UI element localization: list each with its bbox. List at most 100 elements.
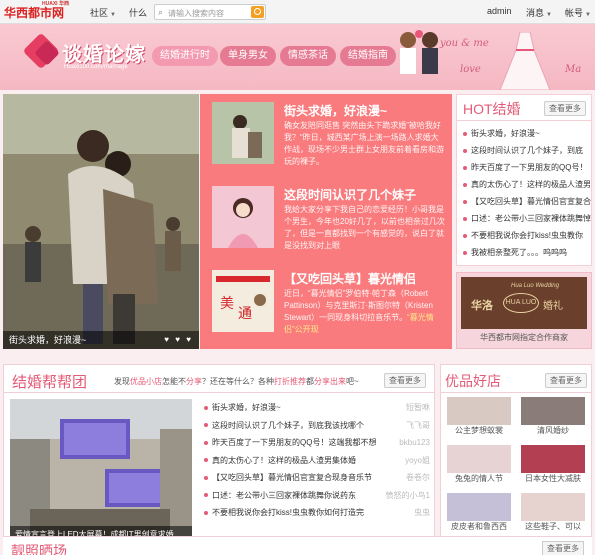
list-item-label: 真的太伤心了！这样的极品人渣男 (471, 180, 591, 189)
nav-community[interactable]: 社区 ▼ (90, 6, 116, 19)
shop-item-name[interactable]: 公主梦想蚁裳 (447, 425, 511, 437)
bullet-icon (463, 131, 467, 136)
tab-wedding-progress[interactable]: 结婚进行时 (152, 46, 218, 66)
list-item[interactable]: 我被相亲整死了。。。呜呜呜 (463, 244, 591, 261)
shop-item[interactable]: 日本女性大减肤 (521, 445, 585, 485)
shop-item[interactable]: 兔兔的情人节 (447, 445, 511, 485)
list-item-label: 【又吃回头草】暮光情侣官宣复合 (471, 197, 591, 206)
messages-menu[interactable]: 消息 ▼ (526, 6, 552, 19)
shop-item-name[interactable]: 兔兔的情人节 (447, 473, 511, 485)
hero-photo (3, 94, 199, 349)
ad-brand-left: 华洛 (471, 300, 493, 312)
list-item-title[interactable]: 真的太伤心了！这样的极品人渣男集体婚 (212, 456, 356, 465)
wedding-help-panel: 结婚帮帮团 发现优品小店怎能不分享？还在等什么？各种打折推荐都分享出来吧~ 查看… (3, 364, 435, 549)
desc-highlight[interactable]: 分享出来 (314, 377, 346, 386)
ad-caption: 华西都市网指定合作商家 (480, 333, 568, 342)
list-item[interactable]: 真的太伤心了！这样的极品人渣男集体婚 yoyo姐 (204, 452, 430, 470)
list-item[interactable]: 街头求婚，好浪漫~ 短暂咻 (204, 399, 430, 417)
desc-highlight[interactable]: 优品小店 (130, 377, 162, 386)
list-item-title[interactable]: 昨天百度了一下男朋友的QQ号！这端我都不想 (212, 438, 376, 447)
list-item-author[interactable]: 短暂咻 (406, 399, 430, 417)
hero-slideshow[interactable]: 街头求婚，好浪漫~ ♥ ♥ ♥ (3, 94, 199, 349)
partner-ad[interactable]: 华洛 Hua Luo Wedding HUA LUO 婚礼 华西都市网指定合作商… (456, 272, 592, 349)
bullet-icon (463, 250, 467, 255)
list-item[interactable]: 口述：老公带小三回家裸体跳舞悼 (463, 210, 591, 227)
help-photo[interactable]: 爱情宣言登上LED大屏幕！成都IT男创意求婚 (10, 399, 192, 544)
feature-title[interactable]: 街头求婚，好浪漫~ (284, 102, 387, 119)
list-item-author[interactable]: 虫虫 (414, 504, 430, 522)
photo-show-title: 靓照晒场 (11, 543, 67, 555)
brand-title[interactable]: 谈婚论嫁 (62, 38, 146, 67)
shop-item-image (521, 445, 585, 473)
list-item[interactable]: 真的太伤心了！这样的极品人渣男 (463, 176, 591, 193)
list-item-title[interactable]: 街头求婚，好浪漫~ (212, 403, 281, 412)
shop-item-name[interactable]: 清风婚纱 (521, 425, 585, 437)
list-item-title[interactable]: 不要相我说你会打kiss!虫虫教你如何打造完 (212, 508, 364, 517)
tab-wedding-guide[interactable]: 结婚指南 (340, 46, 396, 66)
hot-header: HOT结婚 查看更多 (457, 95, 591, 121)
list-item[interactable]: 昨天百度了一下男朋友的QQ号！ (463, 159, 591, 176)
nav-what[interactable]: 什么 (129, 6, 147, 19)
nav-community-label: 社区 (90, 8, 109, 18)
list-item[interactable]: 街头求婚，好浪漫~ (463, 125, 591, 142)
list-item-label: 口述：老公带小三回家裸体跳舞悼 (471, 214, 591, 223)
feature-title[interactable]: 这段时间认识了几个妹子 (284, 186, 416, 203)
bullet-icon (463, 182, 467, 187)
list-item[interactable]: 这段时间认识了几个妹子，到底我该找哪个 飞飞哥 (204, 417, 430, 435)
list-item-author[interactable]: bkbu123 (399, 434, 430, 452)
site-logo[interactable]: 华西都市网 HUAXI 华西 (4, 0, 69, 21)
shop-item[interactable]: 公主梦想蚁裳 (447, 397, 511, 437)
search-input[interactable]: 请输入搜索内容 (168, 8, 224, 19)
ad-brand-right: 婚礼 (543, 301, 563, 312)
slide-indicator[interactable]: ♥ ♥ ♥ (164, 335, 193, 344)
list-item[interactable]: 这段时间认识了几个妹子，到底 (463, 142, 591, 159)
shop-item[interactable]: 皮皮者和鲁西西 (447, 493, 511, 533)
list-item[interactable]: 不要相我说你会打kiss!虫虫教你如何打造完 虫虫 (204, 504, 430, 522)
nav-what-label: 什么 (129, 8, 148, 18)
list-item-author[interactable]: yoyo姐 (405, 452, 430, 470)
list-item-author[interactable]: 愤怒的小鸟1 (386, 487, 430, 505)
tab-emotion-chat[interactable]: 情感茶话 (280, 46, 336, 66)
shop-more-button[interactable]: 查看更多 (545, 373, 587, 388)
list-item-title[interactable]: 【又吃回头草】暮光情侣官宣复合现身音乐节 (212, 473, 372, 482)
desc-part: 都 (306, 377, 314, 386)
list-item[interactable]: 昨天百度了一下男朋友的QQ号！这端我都不想 bkbu123 (204, 434, 430, 452)
bullet-icon (463, 148, 467, 153)
site-logo-sub: HUAXI 华西 (42, 0, 69, 7)
list-item-title[interactable]: 这段时间认识了几个妹子，到底我该找哪个 (212, 421, 364, 430)
list-item-author[interactable]: 卷卷尔 (406, 469, 430, 487)
account-menu[interactable]: 帐号 ▼ (565, 6, 591, 19)
shop-item-image (521, 397, 585, 425)
user-menu[interactable]: admin (487, 6, 512, 16)
shop-title: 优品好店 (445, 373, 501, 389)
desc-highlight[interactable]: 分享 (186, 377, 202, 386)
shop-item[interactable]: 清风婚纱 (521, 397, 585, 437)
desc-part: 吧~ (346, 377, 359, 386)
banner: 谈婚论嫁 Huaxi100.com/marriage 结婚进行时 单身男女 情感… (0, 24, 595, 90)
list-item[interactable]: 【又吃回头草】暮光情侣官宣复合 (463, 193, 591, 210)
shop-item-name[interactable]: 皮皮者和鲁西西 (447, 521, 511, 533)
search-box[interactable]: ⌕ 请输入搜索内容 (154, 4, 266, 20)
shop-item[interactable]: 这些鞋子、可以 (521, 493, 585, 533)
good-shops-panel: 优品好店 查看更多 公主梦想蚁裳 清风婚纱 兔兔的情人节 日本女性大减肤 皮皮者… (440, 364, 592, 549)
shop-item-name[interactable]: 这些鞋子、可以 (521, 521, 585, 533)
photo-show-more-button[interactable]: 查看更多 (542, 541, 584, 555)
shop-item-image (447, 397, 511, 425)
list-item[interactable]: 口述：老公带小三回家裸体跳舞你说药东 愤怒的小鸟1 (204, 487, 430, 505)
list-item[interactable]: 不要相我说你会打kiss!虫虫教你 (463, 227, 591, 244)
shop-item-name[interactable]: 日本女性大减肤 (521, 473, 585, 485)
hot-more-button[interactable]: 查看更多 (544, 101, 586, 116)
desc-highlight[interactable]: 打折推荐 (274, 377, 306, 386)
list-item-author[interactable]: 飞飞哥 (406, 417, 430, 435)
list-item[interactable]: 【又吃回头草】暮光情侣官宣复合现身音乐节 卷卷尔 (204, 469, 430, 487)
account-label: 帐号 (565, 8, 584, 18)
site-logo-text: 华西都市网 (4, 6, 65, 20)
banner-script: Ma (565, 64, 582, 75)
feature-title[interactable]: 【又吃回头草】暮光情侣 (284, 270, 416, 287)
help-more-button[interactable]: 查看更多 (384, 373, 426, 388)
banner-script: love (460, 64, 481, 75)
list-item-title[interactable]: 口述：老公带小三回家裸体跳舞你说药东 (212, 491, 356, 500)
tab-singles[interactable]: 单身男女 (220, 46, 276, 66)
search-button[interactable] (251, 6, 264, 18)
help-description: 发现优品小店怎能不分享？还在等什么？各种打折推荐都分享出来吧~ (114, 376, 359, 387)
